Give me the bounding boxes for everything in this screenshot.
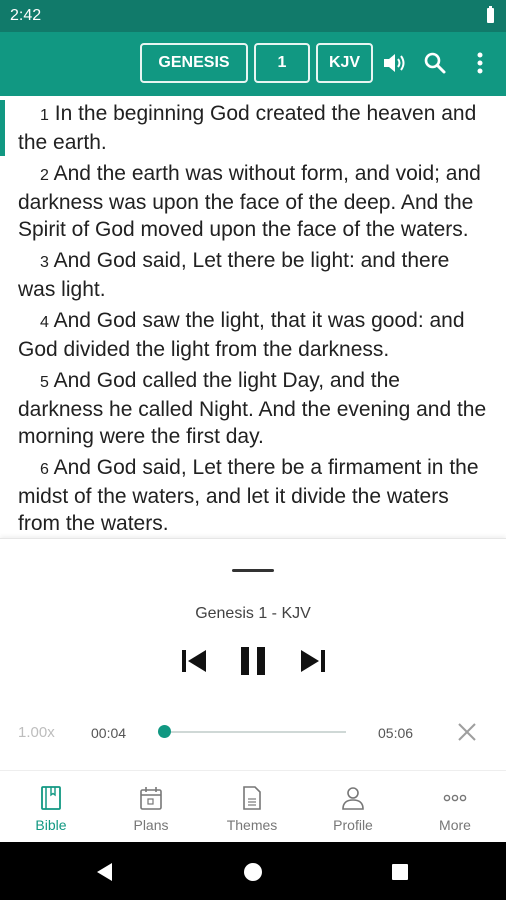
bottom-navigation: Bible Plans Themes Profile More xyxy=(0,770,506,843)
nav-label: Plans xyxy=(133,817,169,833)
back-icon[interactable] xyxy=(94,861,116,883)
verse-number: 1 xyxy=(40,107,49,124)
more-horizontal-icon xyxy=(443,794,467,802)
home-icon[interactable] xyxy=(242,861,264,883)
seek-bar-track[interactable] xyxy=(162,731,346,733)
verse-text: And God saw the light, that it was good:… xyxy=(18,309,465,361)
verse-number: 3 xyxy=(40,254,49,271)
speaker-icon[interactable] xyxy=(380,48,410,78)
close-player-button[interactable] xyxy=(456,721,478,743)
playback-speed-button[interactable]: 1.00x xyxy=(18,724,55,741)
scroll-indicator xyxy=(0,100,5,156)
nav-item-themes[interactable]: Themes xyxy=(202,771,302,843)
verse[interactable]: 3 And God said, Let there be light: and … xyxy=(0,247,506,303)
skip-previous-button[interactable] xyxy=(178,643,210,679)
nav-label: Profile xyxy=(333,817,373,833)
more-vertical-icon[interactable] xyxy=(465,48,495,78)
verse-number: 2 xyxy=(40,167,49,184)
verse-text: And God called the light Day, and the da… xyxy=(18,369,487,448)
verse[interactable]: 2 And the earth was without form, and vo… xyxy=(0,160,506,243)
bible-book-icon xyxy=(41,786,61,810)
verse-number: 5 xyxy=(40,374,49,391)
nav-label: More xyxy=(439,817,471,833)
elapsed-time: 00:04 xyxy=(91,725,127,741)
verse-text: In the beginning God created the heaven … xyxy=(18,102,477,154)
nav-label: Themes xyxy=(226,817,278,833)
skip-next-button[interactable] xyxy=(297,643,329,679)
verse[interactable]: 5 And God called the light Day, and the … xyxy=(0,367,506,450)
verse[interactable]: 4 And God saw the light, that it was goo… xyxy=(0,307,506,363)
recents-icon[interactable] xyxy=(390,862,410,882)
verse-text: And God said, Let there be a firmament i… xyxy=(18,456,479,535)
nav-item-profile[interactable]: Profile xyxy=(303,771,403,843)
seek-bar-thumb[interactable] xyxy=(157,725,171,738)
status-bar: 2:42 xyxy=(0,0,506,32)
skip-previous-icon xyxy=(182,650,206,672)
close-icon xyxy=(458,723,476,741)
audio-player-panel: Genesis 1 - KJV 1.00x 00:04 05:06 xyxy=(0,538,506,771)
nav-item-bible[interactable]: Bible xyxy=(1,771,101,843)
calendar-icon xyxy=(140,787,162,810)
verse-number: 4 xyxy=(40,314,49,331)
search-icon[interactable] xyxy=(420,48,450,78)
document-icon xyxy=(243,786,261,810)
nav-item-plans[interactable]: Plans xyxy=(101,771,201,843)
battery-icon xyxy=(487,6,494,23)
player-title: Genesis 1 - KJV xyxy=(195,605,311,622)
status-time: 2:42 xyxy=(10,7,42,24)
verse[interactable]: 6 And God said, Let there be a firmament… xyxy=(0,454,506,537)
verse-text: And God said, Let there be light: and th… xyxy=(18,249,450,301)
chapter-selector-button[interactable]: 1 xyxy=(254,43,310,83)
pause-button[interactable] xyxy=(236,643,270,679)
bible-reader[interactable]: 1 In the beginning God created the heave… xyxy=(0,96,506,538)
skip-next-icon xyxy=(301,650,325,672)
pause-icon xyxy=(241,647,265,675)
book-selector-button[interactable]: GENESIS xyxy=(140,43,248,83)
nav-item-more[interactable]: More xyxy=(405,771,505,843)
total-time: 05:06 xyxy=(378,725,414,741)
nav-label: Bible xyxy=(35,817,67,833)
person-icon xyxy=(342,787,364,810)
verse-number: 6 xyxy=(40,461,49,478)
system-navigation-bar xyxy=(0,842,506,900)
version-selector-button[interactable]: KJV xyxy=(316,43,373,83)
top-toolbar: GENESIS 1 KJV xyxy=(0,32,506,96)
drag-handle[interactable] xyxy=(232,569,274,572)
verse-text: And the earth was without form, and void… xyxy=(18,162,481,241)
verse[interactable]: 1 In the beginning God created the heave… xyxy=(0,100,506,156)
